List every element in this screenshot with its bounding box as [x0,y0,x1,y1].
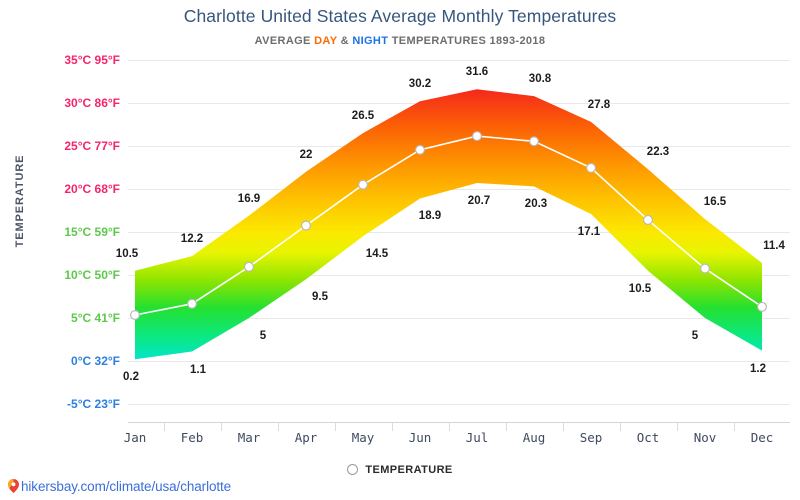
night-temperature-label-feb: 1.1 [190,363,206,376]
grid-line [128,146,790,147]
subtitle-night-word: NIGHT [352,35,389,47]
night-temperature-label-aug: 20.3 [524,198,548,211]
y-tick-label: -5°C 23°F [67,397,120,411]
source-url-text: hikersbay.com/climate/usa/charlotte [21,479,232,494]
subtitle-ampersand: & [337,35,353,47]
day-temperature-label-nov: 16.5 [703,196,727,209]
data-point-marker[interactable] [244,261,255,272]
day-temperature-label-dec: 11.4 [763,239,785,252]
x-tick-label-nov: Nov [693,430,717,445]
data-point-marker[interactable] [472,131,483,142]
grid-line [128,60,790,61]
chart-page: Charlotte United States Average Monthly … [0,0,800,500]
legend-marker-circle-icon [347,463,359,475]
grid-line [128,318,790,319]
night-temperature-label-oct: 10.5 [628,282,652,295]
x-tick-label-feb: Feb [180,430,204,445]
average-temperature-line [134,135,763,316]
night-temperature-label-sep: 17.1 [577,225,601,238]
x-tick-label-jun: Jun [408,430,432,445]
day-temperature-label-jul: 31.6 [465,66,489,79]
y-tick-label: 10°C 50°F [64,268,120,282]
subtitle-suffix: TEMPERATURES 1893-2018 [388,35,546,47]
grid-line [128,103,790,104]
day-temperature-label-aug: 30.8 [528,73,552,86]
y-tick-label: 0°C 32°F [71,354,120,368]
subtitle-prefix: AVERAGE [254,35,315,47]
night-temperature-label-apr: 9.5 [312,291,328,304]
data-point-marker[interactable] [585,162,596,173]
data-point-marker[interactable] [358,179,369,190]
source-link[interactable]: hikersbay.com/climate/usa/charlotte [8,479,231,496]
night-temperature-label-jan: 0.2 [123,371,139,384]
x-tick-label-may: May [351,430,375,445]
location-pin-icon [8,479,19,496]
y-tick-label: 5°C 41°F [71,311,120,325]
y-tick-label: 35°C 95°F [64,53,120,67]
grid-line [128,232,790,233]
legend-label-temperature: TEMPERATURE [365,464,453,476]
x-tick-label-mar: Mar [237,430,261,445]
x-tick-label-apr: Apr [294,430,318,445]
data-point-marker[interactable] [699,263,710,274]
day-temperature-label-feb: 12.2 [180,233,204,246]
night-temperature-label-may: 14.5 [365,248,389,261]
day-temperature-label-oct: 22.3 [646,146,670,159]
night-temperature-label-jul: 20.7 [467,194,491,207]
page-title: Charlotte United States Average Monthly … [183,6,617,26]
night-temperature-label-jun: 18.9 [418,210,442,223]
data-point-marker[interactable] [301,220,312,231]
night-temperature-label-nov: 5 [691,330,699,342]
y-axis-tick-labels: 35°C 95°F 30°C 86°F 25°C 77°F 20°C 68°F 15°C… [0,0,120,500]
y-tick-label: 15°C 59°F [64,225,120,239]
day-temperature-label-apr: 22 [299,148,313,161]
x-axis-line [128,422,790,423]
grid-line [128,361,790,362]
day-temperature-label-sep: 27.8 [587,98,611,111]
day-temperature-label-mar: 16.9 [237,192,261,205]
data-point-marker[interactable] [642,214,653,225]
x-tick-label-sep: Sep [579,430,603,445]
y-tick-label: 20°C 68°F [64,182,120,196]
grid-line [128,404,790,405]
subtitle-day-word: DAY [314,35,338,47]
data-point-marker[interactable] [187,298,198,309]
night-temperature-label-mar: 5 [259,330,267,342]
day-temperature-label-may: 26.5 [351,110,375,123]
data-point-marker[interactable] [528,136,539,147]
data-point-marker[interactable] [756,301,767,312]
grid-line [128,275,790,276]
day-temperature-label-jan: 10.5 [115,247,139,260]
chart-subtitle: AVERAGE DAY & NIGHT TEMPERATURES 1893-20… [0,35,800,47]
x-tick-label-jan: Jan [123,430,147,445]
night-temperature-label-dec: 1.2 [750,362,766,375]
x-tick-label-oct: Oct [636,430,660,445]
y-tick-label: 25°C 77°F [64,139,120,153]
y-tick-label: 30°C 86°F [64,96,120,110]
x-tick-label-jul: Jul [465,430,489,445]
grid-line [128,189,790,190]
chart-legend: TEMPERATURE [0,463,800,476]
x-tick-label-aug: Aug [522,430,546,445]
day-temperature-label-jun: 30.2 [408,78,432,91]
x-tick-label-dec: Dec [750,430,774,445]
